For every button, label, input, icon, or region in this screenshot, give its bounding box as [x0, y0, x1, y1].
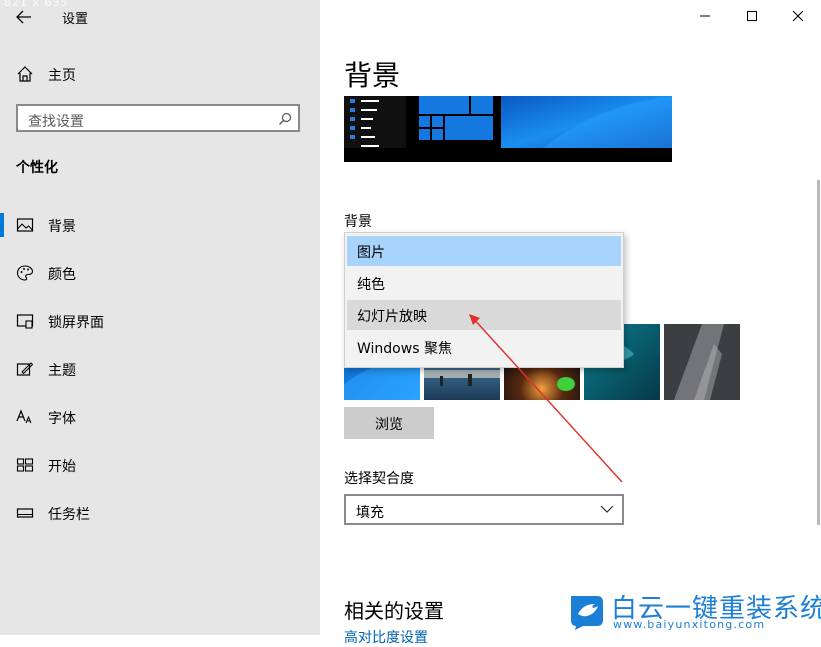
related-settings-title: 相关的设置	[344, 599, 444, 623]
sidebar-item-label: 背景	[48, 219, 76, 235]
background-type-dropdown[interactable]: 图片 纯色 幻灯片放映 Windows 聚焦	[344, 232, 624, 368]
sidebar: 821 x 635 设置 主页 查找设置 个性化 背景 颜色 锁屏界面 主题 字…	[0, 0, 320, 635]
scrollbar[interactable]	[817, 180, 820, 525]
sidebar-item-start[interactable]: 开始	[0, 447, 320, 483]
option-label: 纯色	[357, 277, 385, 293]
fit-select[interactable]: 填充	[344, 494, 624, 525]
lock-screen-icon	[16, 314, 34, 329]
close-icon	[792, 10, 804, 22]
theme-icon	[16, 362, 34, 376]
watermark: 白云一键重装系统 www.baiyunxitong.com	[567, 590, 821, 632]
picture-icon	[16, 218, 34, 232]
dropdown-option-slideshow[interactable]: 幻灯片放映	[347, 300, 621, 330]
sidebar-item-taskbar[interactable]: 任务栏	[0, 495, 320, 531]
search-placeholder: 查找设置	[28, 114, 84, 130]
taskbar-icon	[16, 508, 34, 518]
main-panel: 背景 背景 图片 纯色 幻灯片放映 Windows 聚焦 浏览 选择契合度 填充…	[320, 0, 821, 646]
option-label: 幻灯片放映	[357, 309, 427, 325]
search-input[interactable]: 查找设置	[16, 104, 300, 132]
sidebar-item-colors[interactable]: 颜色	[0, 255, 320, 291]
chevron-down-icon	[600, 505, 614, 513]
sidebar-item-label: 任务栏	[48, 507, 90, 523]
search-icon	[279, 112, 292, 125]
sidebar-item-label: 开始	[48, 459, 76, 475]
app-title: 设置	[62, 12, 89, 27]
sidebar-item-background[interactable]: 背景	[0, 207, 320, 243]
option-label: Windows 聚焦	[357, 341, 452, 357]
maximize-icon	[747, 11, 757, 21]
sidebar-item-fonts[interactable]: 字体	[0, 399, 320, 435]
nav-home-label: 主页	[48, 68, 76, 84]
option-label: 图片	[357, 245, 385, 261]
sidebar-item-label: 颜色	[48, 267, 76, 283]
palette-icon	[16, 265, 34, 281]
recent-image-5[interactable]	[664, 324, 740, 400]
background-preview	[344, 96, 672, 162]
fit-value: 填充	[356, 505, 384, 521]
maximize-button[interactable]	[729, 0, 775, 32]
close-button[interactable]	[775, 0, 821, 32]
high-contrast-link[interactable]: 高对比度设置	[344, 627, 428, 647]
nav-home[interactable]: 主页	[0, 57, 320, 89]
sidebar-item-themes[interactable]: 主题	[0, 351, 320, 387]
dropdown-option-windows-spotlight[interactable]: Windows 聚焦	[347, 332, 621, 362]
watermark-url: www.baiyunxitong.com	[613, 618, 766, 631]
sidebar-item-label: 锁屏界面	[48, 315, 104, 331]
background-label: 背景	[344, 214, 372, 230]
sidebar-item-label: 字体	[48, 411, 76, 427]
sidebar-item-lock-screen[interactable]: 锁屏界面	[0, 303, 320, 339]
home-icon	[17, 66, 33, 82]
minimize-button[interactable]	[682, 0, 728, 32]
page-title: 背景	[344, 59, 401, 92]
browse-label: 浏览	[375, 417, 403, 433]
back-arrow-icon	[16, 10, 31, 24]
sidebar-item-label: 主题	[48, 363, 76, 379]
browse-button[interactable]: 浏览	[344, 407, 434, 439]
minimize-icon	[700, 15, 710, 17]
dropdown-option-solid-color[interactable]: 纯色	[347, 268, 621, 298]
active-indicator	[0, 213, 4, 237]
wallpaper-thumbnail-5	[664, 324, 740, 400]
fit-label: 选择契合度	[344, 471, 414, 487]
preview-image	[344, 96, 672, 162]
section-title: 个性化	[16, 160, 58, 176]
dropdown-option-picture[interactable]: 图片	[347, 236, 621, 266]
font-icon	[16, 409, 32, 424]
back-button[interactable]	[10, 4, 38, 30]
bird-logo-icon	[571, 596, 603, 630]
start-icon	[16, 458, 34, 472]
